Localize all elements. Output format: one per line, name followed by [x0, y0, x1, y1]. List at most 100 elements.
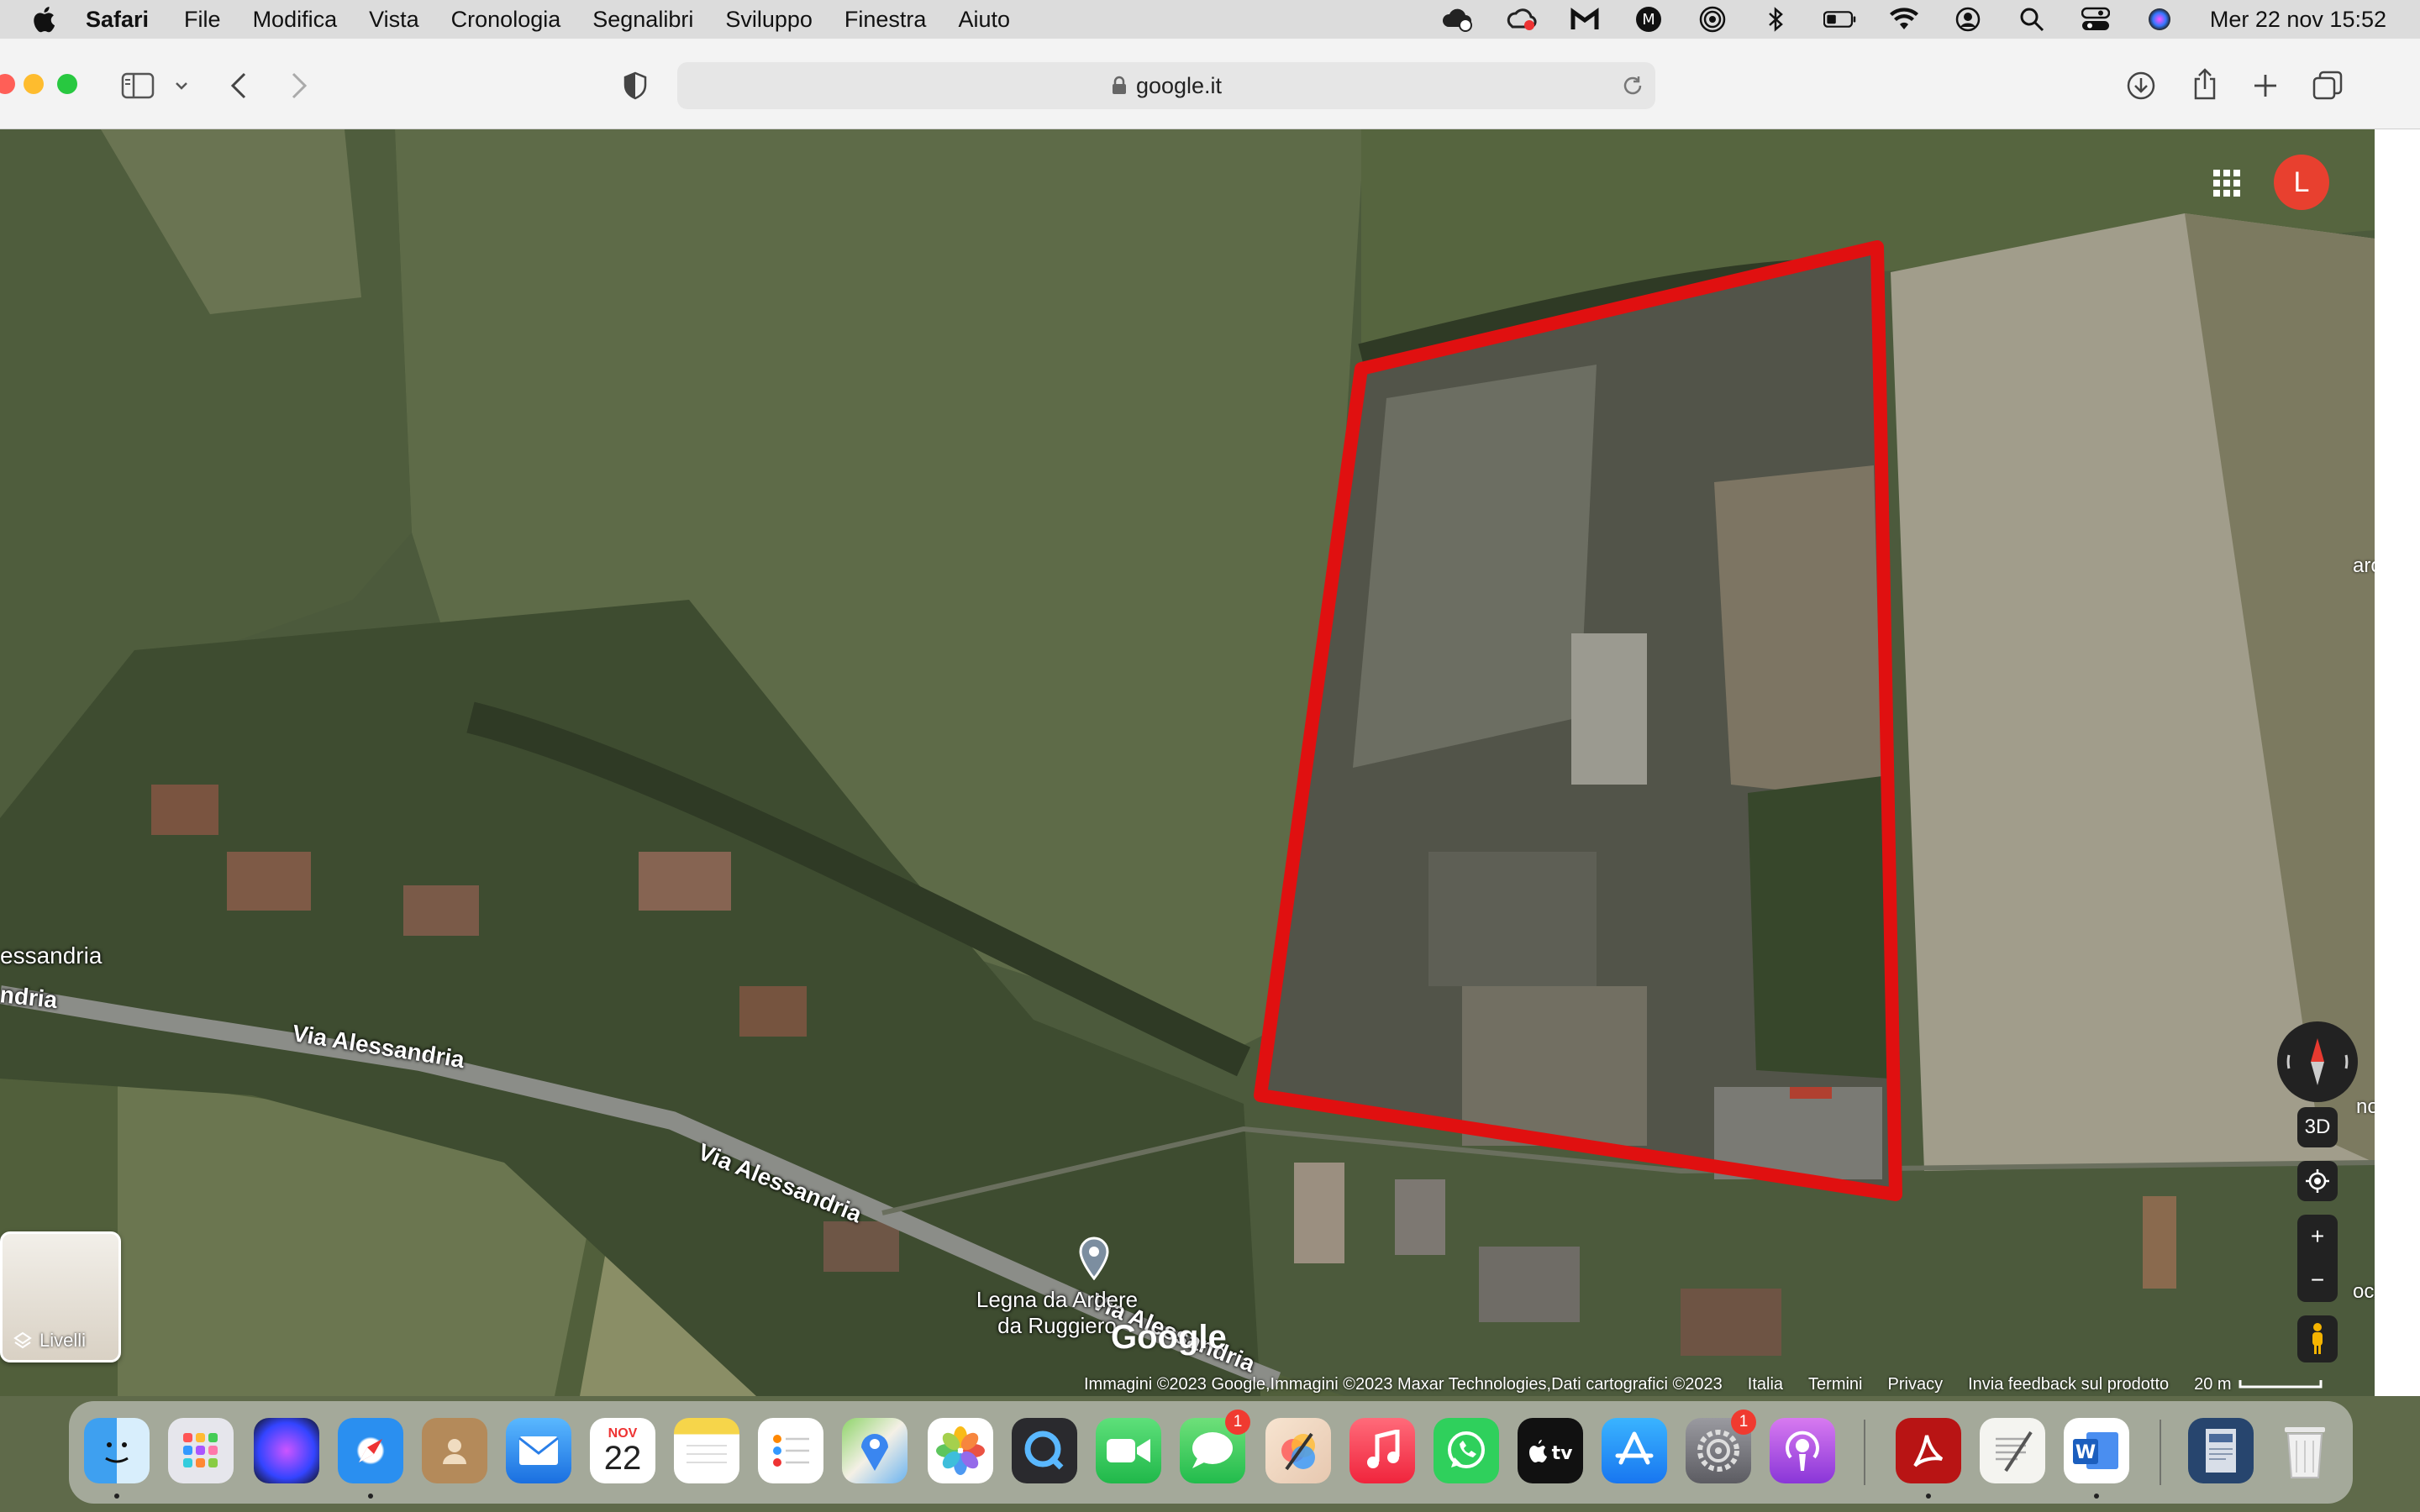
- menu-bar: Safari File Modifica Vista Cronologia Se…: [0, 0, 2420, 39]
- compass-icon: [2286, 1038, 2349, 1085]
- map-side-strip: [2375, 129, 2420, 1396]
- photos-icon[interactable]: [928, 1418, 993, 1483]
- zoom-window-icon[interactable]: [57, 74, 77, 94]
- forward-arrow-icon[interactable]: [286, 69, 313, 102]
- street-view-pegman[interactable]: [2297, 1315, 2338, 1362]
- compass-button[interactable]: [2277, 1021, 2358, 1102]
- address-bar[interactable]: google.it: [677, 62, 1655, 109]
- zoom-out-button[interactable]: −: [2311, 1267, 2324, 1294]
- maps-icon[interactable]: [842, 1418, 908, 1483]
- url-text: google.it: [1135, 72, 1223, 98]
- music-icon[interactable]: [1349, 1418, 1415, 1483]
- new-tab-icon[interactable]: [2250, 71, 2281, 101]
- scale-label[interactable]: 20 m: [2194, 1375, 2231, 1394]
- running-indicator: [114, 1494, 119, 1499]
- cloud-icon[interactable]: [1440, 6, 1474, 33]
- zoom-in-button[interactable]: +: [2311, 1223, 2324, 1250]
- satellite-map[interactable]: Via Alessandria Via Alessandria Via Ales…: [0, 129, 2375, 1396]
- map-attribution-bar: Immagini ©2023 Google,Immagini ©2023 Max…: [1084, 1373, 2375, 1396]
- menu-sviluppo[interactable]: Sviluppo: [725, 7, 813, 33]
- 3d-button[interactable]: 3D: [2297, 1107, 2338, 1147]
- google-logo: Google: [1111, 1319, 1227, 1356]
- zoom-controls: + −: [2297, 1215, 2338, 1302]
- trash-icon[interactable]: [2272, 1418, 2338, 1483]
- notes-icon[interactable]: [674, 1418, 739, 1483]
- location-pin-icon[interactable]: [1077, 1236, 1111, 1280]
- finder-icon[interactable]: [84, 1418, 150, 1483]
- share-icon[interactable]: [2188, 66, 2222, 102]
- satellite-imagery: [0, 129, 2375, 1396]
- edge-label: ocx: [2353, 1280, 2375, 1303]
- wifi-icon[interactable]: [1887, 6, 1921, 33]
- creative-cloud-icon[interactable]: [1504, 6, 1538, 33]
- menu-file[interactable]: File: [184, 7, 221, 33]
- reminders-icon[interactable]: [758, 1418, 823, 1483]
- dock-separator: [2160, 1420, 2161, 1485]
- podcasts-icon[interactable]: [1770, 1418, 1835, 1483]
- whatsapp-icon[interactable]: [1434, 1418, 1499, 1483]
- apple-tv-icon[interactable]: tv: [1518, 1418, 1583, 1483]
- running-indicator: [2094, 1494, 2099, 1499]
- sidebar-toggle-icon[interactable]: [119, 71, 156, 101]
- reload-icon[interactable]: [1622, 75, 1644, 97]
- running-indicator: [1926, 1494, 1931, 1499]
- siri-app-icon[interactable]: [254, 1418, 319, 1483]
- quicktime-icon[interactable]: [1012, 1418, 1077, 1483]
- calendar-day: 22: [603, 1440, 642, 1477]
- app-store-icon[interactable]: [1602, 1418, 1667, 1483]
- menu-vista[interactable]: Vista: [369, 7, 419, 33]
- link-italia[interactable]: Italia: [1748, 1375, 1783, 1394]
- back-arrow-icon[interactable]: [225, 69, 252, 102]
- airdrop-icon[interactable]: [1696, 6, 1729, 33]
- safari-icon[interactable]: [338, 1418, 403, 1483]
- edge-label: aro: [2353, 554, 2375, 577]
- menu-modifica[interactable]: Modifica: [253, 7, 338, 33]
- link-privacy[interactable]: Privacy: [1888, 1375, 1944, 1394]
- scale-bar-icon: [2238, 1380, 2323, 1389]
- road-label-partial: essandria: [0, 942, 103, 969]
- documents-stack-icon[interactable]: [2188, 1418, 2254, 1483]
- user-icon[interactable]: [1951, 6, 1985, 33]
- textedit-icon[interactable]: [1980, 1418, 2045, 1483]
- tab-overview-icon[interactable]: [2311, 69, 2344, 102]
- battery-icon[interactable]: [1823, 6, 1857, 33]
- my-location-button[interactable]: [2297, 1161, 2338, 1201]
- account-avatar[interactable]: L: [2274, 155, 2329, 210]
- layers-button[interactable]: Livelli: [0, 1231, 121, 1362]
- downloads-icon[interactable]: [2124, 69, 2158, 102]
- dock-separator: [1864, 1420, 1865, 1485]
- contacts-icon[interactable]: [422, 1418, 487, 1483]
- pixelmator-icon[interactable]: [1265, 1418, 1331, 1483]
- menu-aiuto[interactable]: Aiuto: [958, 7, 1010, 33]
- menu-cronologia[interactable]: Cronologia: [451, 7, 561, 33]
- control-center-icon[interactable]: [2079, 6, 2112, 33]
- link-feedback[interactable]: Invia feedback sul prodotto: [1968, 1375, 2169, 1394]
- calendar-icon[interactable]: NOV 22: [590, 1418, 655, 1483]
- attribution-text: Immagini ©2023 Google,Immagini ©2023 Max…: [1084, 1374, 1723, 1394]
- chevron-down-icon[interactable]: [173, 76, 190, 96]
- siri-icon[interactable]: [2143, 6, 2176, 33]
- menu-finestra[interactable]: Finestra: [844, 7, 927, 33]
- privacy-shield-icon[interactable]: [620, 71, 650, 101]
- malwarebytes-icon[interactable]: [1568, 6, 1602, 33]
- launchpad-icon[interactable]: [168, 1418, 234, 1483]
- bluetooth-icon[interactable]: [1760, 6, 1793, 33]
- google-apps-icon[interactable]: [2210, 166, 2244, 200]
- acrobat-reader-icon[interactable]: [1896, 1418, 1961, 1483]
- poi-label-line1: Legna da Ardere: [976, 1287, 1139, 1312]
- menu-segnalibri[interactable]: Segnalibri: [592, 7, 693, 33]
- pegman-icon: [2312, 1323, 2323, 1354]
- facetime-icon[interactable]: [1096, 1418, 1161, 1483]
- word-icon[interactable]: W: [2064, 1418, 2129, 1483]
- messages-badge: 1: [1225, 1410, 1250, 1435]
- m-badge-icon[interactable]: M: [1632, 6, 1665, 33]
- apple-icon[interactable]: [30, 4, 60, 34]
- link-termini[interactable]: Termini: [1808, 1375, 1862, 1394]
- spotlight-search-icon[interactable]: [2015, 6, 2049, 33]
- settings-badge: 1: [1731, 1410, 1756, 1435]
- mail-icon[interactable]: [506, 1418, 571, 1483]
- menu-clock[interactable]: Mer 22 nov 15:52: [2210, 7, 2386, 33]
- minimize-window-icon[interactable]: [24, 74, 44, 94]
- menu-app-safari[interactable]: Safari: [86, 7, 149, 33]
- road-label-partial: ndria: [0, 981, 59, 1014]
